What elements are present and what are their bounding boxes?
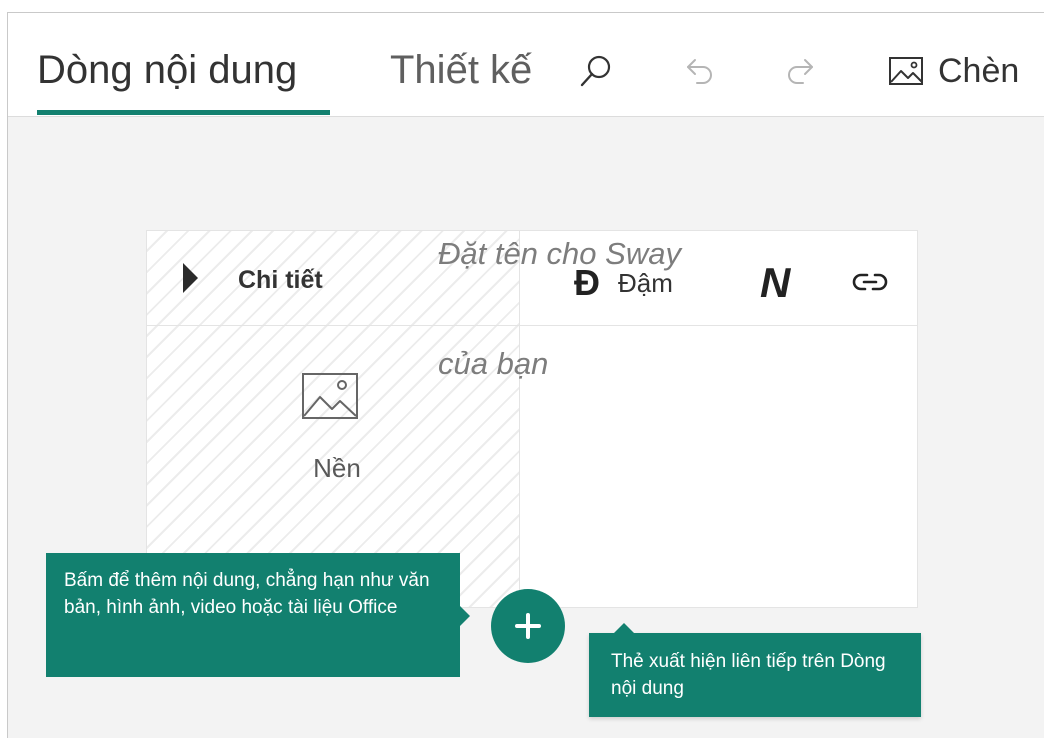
expand-triangle-icon — [183, 263, 198, 293]
undo-icon — [687, 59, 712, 84]
search-icon — [580, 55, 611, 87]
undo-button[interactable] — [678, 49, 722, 93]
plus-icon — [515, 613, 541, 639]
title-placeholder-line1: Đặt tên cho Sway — [438, 236, 681, 271]
sway-title-input[interactable]: Đặt tên cho Sway của bạn — [438, 199, 778, 419]
add-content-tooltip: Bấm để thêm nội dung, chẳng hạn như văn … — [46, 553, 470, 677]
details-label: Chi tiết — [238, 266, 323, 294]
search-button[interactable] — [574, 49, 618, 93]
top-navigation-bar: Dòng nội dung Thiết kế Chèn — [8, 13, 1044, 117]
background-image-slot[interactable]: Nền — [267, 361, 407, 491]
redo-button[interactable] — [778, 49, 822, 93]
insert-button[interactable]: Chèn — [888, 49, 1019, 93]
image-icon — [889, 57, 923, 85]
tab-design[interactable]: Thiết kế — [390, 47, 532, 93]
background-label: Nền — [313, 453, 361, 483]
redo-icon — [788, 59, 813, 84]
image-placeholder-icon — [302, 373, 358, 419]
link-button[interactable] — [850, 269, 890, 300]
card-sequence-tooltip: Thẻ xuất hiện liên tiếp trên Dòng nội du… — [589, 623, 921, 717]
tab-storyline[interactable]: Dòng nội dung — [37, 47, 297, 93]
link-icon — [852, 273, 888, 291]
card-sequence-tooltip-text: Thẻ xuất hiện liên tiếp trên Dòng nội du… — [611, 651, 886, 699]
add-content-button[interactable] — [491, 589, 565, 663]
active-tab-indicator — [37, 110, 330, 115]
add-content-tooltip-text: Bấm để thêm nội dung, chẳng hạn như văn … — [64, 570, 430, 618]
app-window: Dòng nội dung Thiết kế Chèn Chi tiết Nền… — [7, 12, 1044, 738]
insert-label: Chèn — [938, 51, 1020, 90]
title-placeholder-line2: của bạn — [438, 346, 549, 381]
